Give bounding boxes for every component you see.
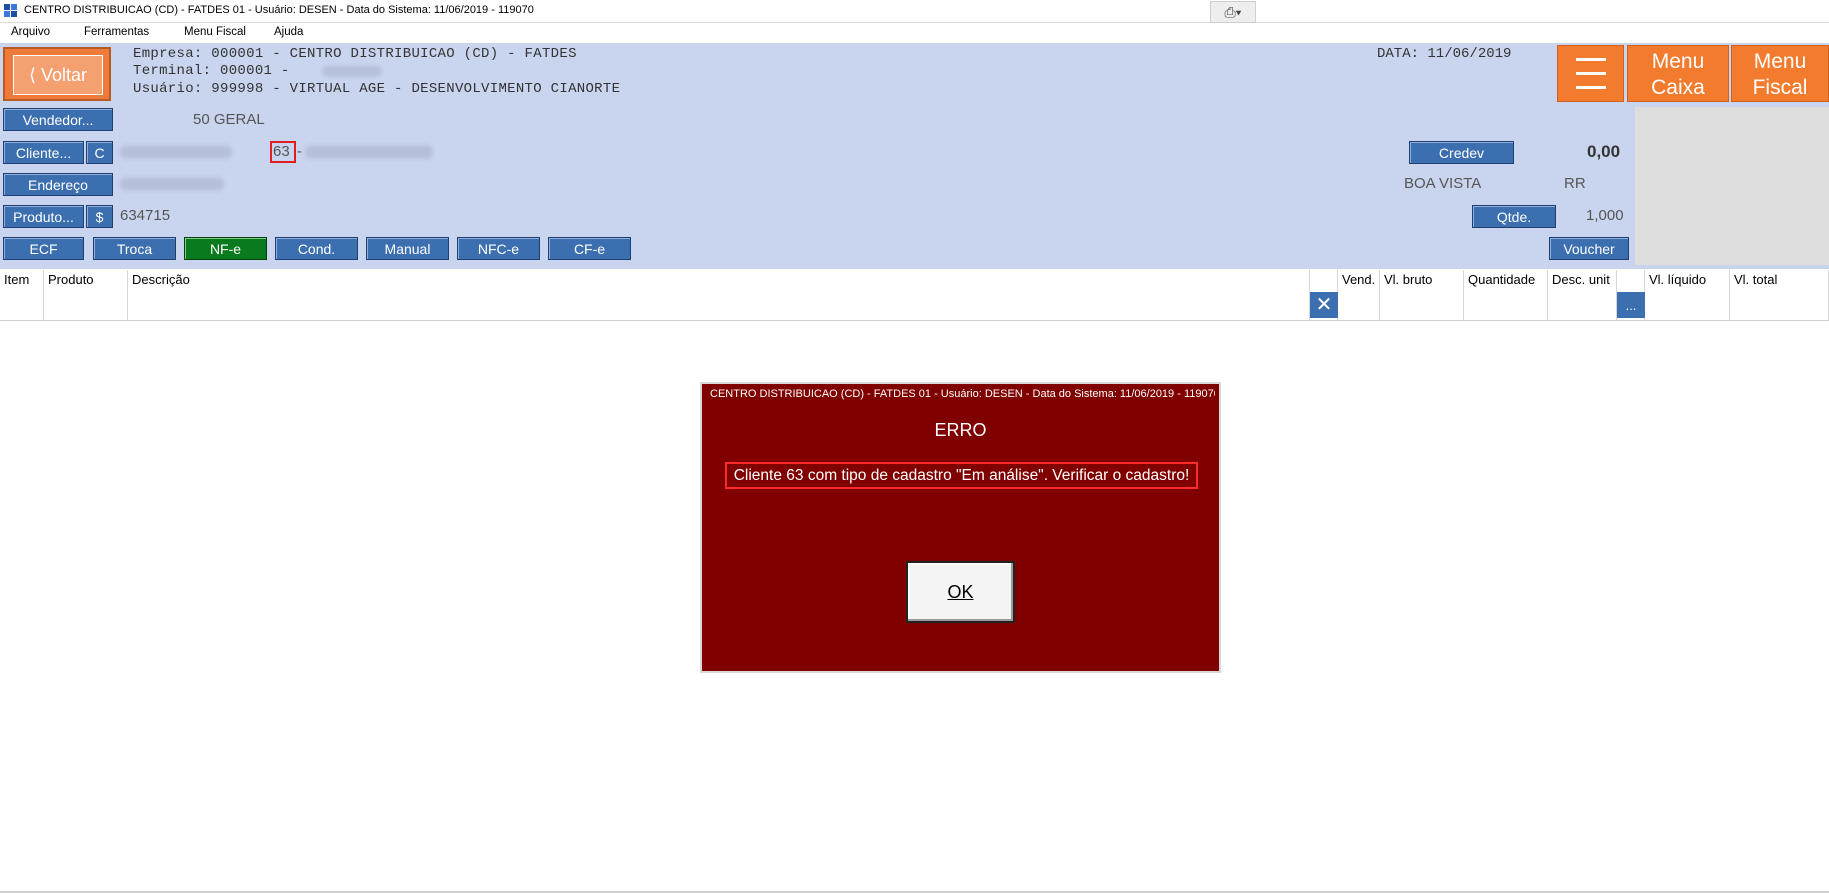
col-item[interactable]: Item bbox=[0, 270, 44, 320]
menu-fiscal-button[interactable]: Menu Fiscal bbox=[1731, 45, 1829, 102]
window-titlebar: CENTRO DISTRIBUICAO (CD) - FATDES 01 - U… bbox=[0, 0, 1829, 23]
ok-button[interactable]: OK bbox=[906, 561, 1015, 623]
ok-button-label: OK bbox=[947, 582, 974, 602]
back-button[interactable]: ⟨ Voltar bbox=[3, 47, 111, 101]
uf-value: RR bbox=[1564, 175, 1586, 192]
col-descricao[interactable]: Descrição bbox=[128, 270, 1310, 320]
cliente-code-highlight bbox=[270, 141, 296, 163]
qtde-value: 1,000 bbox=[1586, 207, 1624, 224]
back-button-label: Voltar bbox=[41, 65, 88, 85]
col-vl-total[interactable]: Vl. total bbox=[1730, 270, 1829, 320]
terminal-name-redacted bbox=[322, 66, 382, 77]
menu-caixa-button[interactable]: Menu Caixa bbox=[1627, 45, 1729, 102]
hamburger-icon bbox=[1575, 58, 1606, 89]
dialog-heading: ERRO bbox=[934, 420, 987, 440]
credev-value: 0,00 bbox=[1587, 142, 1621, 161]
cliente-c-button[interactable]: C bbox=[86, 141, 113, 164]
error-message: Cliente 63 com tipo de cadastro "Em anál… bbox=[725, 462, 1198, 489]
window-title: CENTRO DISTRIBUICAO (CD) - FATDES 01 - U… bbox=[24, 4, 534, 16]
menu-ferramentas[interactable]: Ferramentas bbox=[84, 26, 149, 38]
cliente-dash: - bbox=[297, 143, 302, 160]
voucher-button[interactable]: Voucher bbox=[1549, 237, 1629, 260]
system-date: DATA: 11/06/2019 bbox=[1377, 46, 1512, 62]
menu-ajuda[interactable]: Ajuda bbox=[274, 26, 303, 38]
produto-button[interactable]: Produto... bbox=[3, 205, 84, 228]
endereco-button[interactable]: Endereço bbox=[3, 173, 113, 196]
side-panel bbox=[1635, 107, 1829, 265]
cliente-name-redacted bbox=[305, 145, 433, 159]
col-produto[interactable]: Produto bbox=[44, 270, 128, 320]
cliente-id-redacted bbox=[120, 145, 232, 159]
cond-button[interactable]: Cond. bbox=[275, 237, 358, 260]
nfe-button[interactable]: NF-e bbox=[184, 237, 267, 260]
produto-price-button[interactable]: $ bbox=[86, 205, 113, 228]
items-grid-header: Item Produto Descrição Vend. Vl. bruto Q… bbox=[0, 270, 1829, 321]
back-icon: ⟨ bbox=[28, 65, 36, 85]
terminal-label: Terminal: 000001 - bbox=[133, 63, 290, 79]
menu-arquivo[interactable]: Arquivo bbox=[11, 26, 50, 38]
vendedor-value: 50 GERAL bbox=[193, 111, 265, 128]
close-icon[interactable]: ✕ bbox=[1310, 292, 1338, 318]
more-options-button[interactable]: ... bbox=[1617, 292, 1645, 318]
manual-button[interactable]: Manual bbox=[366, 237, 449, 260]
cidade-value: BOA VISTA bbox=[1404, 175, 1482, 192]
nfce-button[interactable]: NFC-e bbox=[457, 237, 540, 260]
dialog-title: CENTRO DISTRIBUICAO (CD) - FATDES 01 - U… bbox=[710, 388, 1215, 400]
vendedor-button[interactable]: Vendedor... bbox=[3, 108, 113, 131]
empresa-info: Empresa: 000001 - CENTRO DISTRIBUICAO (C… bbox=[133, 46, 577, 62]
produto-value: 634715 bbox=[120, 207, 171, 224]
col-vend[interactable]: Vend. bbox=[1338, 270, 1380, 320]
hamburger-menu-button[interactable] bbox=[1557, 45, 1624, 102]
credev-button[interactable]: Credev bbox=[1409, 141, 1514, 164]
col-vl-bruto[interactable]: Vl. bruto bbox=[1380, 270, 1464, 320]
col-desc-unit[interactable]: Desc. unit bbox=[1548, 270, 1617, 320]
printer-icon[interactable]: ⎙▾ bbox=[1210, 1, 1256, 23]
terminal-info: Terminal: 000001 - bbox=[133, 63, 290, 79]
cliente-button[interactable]: Cliente... bbox=[3, 141, 84, 164]
col-quantidade[interactable]: Quantidade bbox=[1464, 270, 1548, 320]
endereco-redacted bbox=[120, 177, 224, 191]
menu-menu-fiscal[interactable]: Menu Fiscal bbox=[184, 26, 246, 38]
col-vl-liquido[interactable]: Vl. líquido bbox=[1645, 270, 1730, 320]
troca-button[interactable]: Troca bbox=[93, 237, 176, 260]
cfe-button[interactable]: CF-e bbox=[548, 237, 631, 260]
usuario-info: Usuário: 999998 - VIRTUAL AGE - DESENVOL… bbox=[133, 81, 621, 97]
qtde-button[interactable]: Qtde. bbox=[1472, 205, 1556, 228]
ecf-button[interactable]: ECF bbox=[3, 237, 84, 260]
app-icon bbox=[4, 4, 17, 17]
menu-bar: Arquivo Ferramentas Menu Fiscal Ajuda bbox=[0, 23, 1829, 44]
error-dialog: CENTRO DISTRIBUICAO (CD) - FATDES 01 - U… bbox=[700, 382, 1221, 673]
